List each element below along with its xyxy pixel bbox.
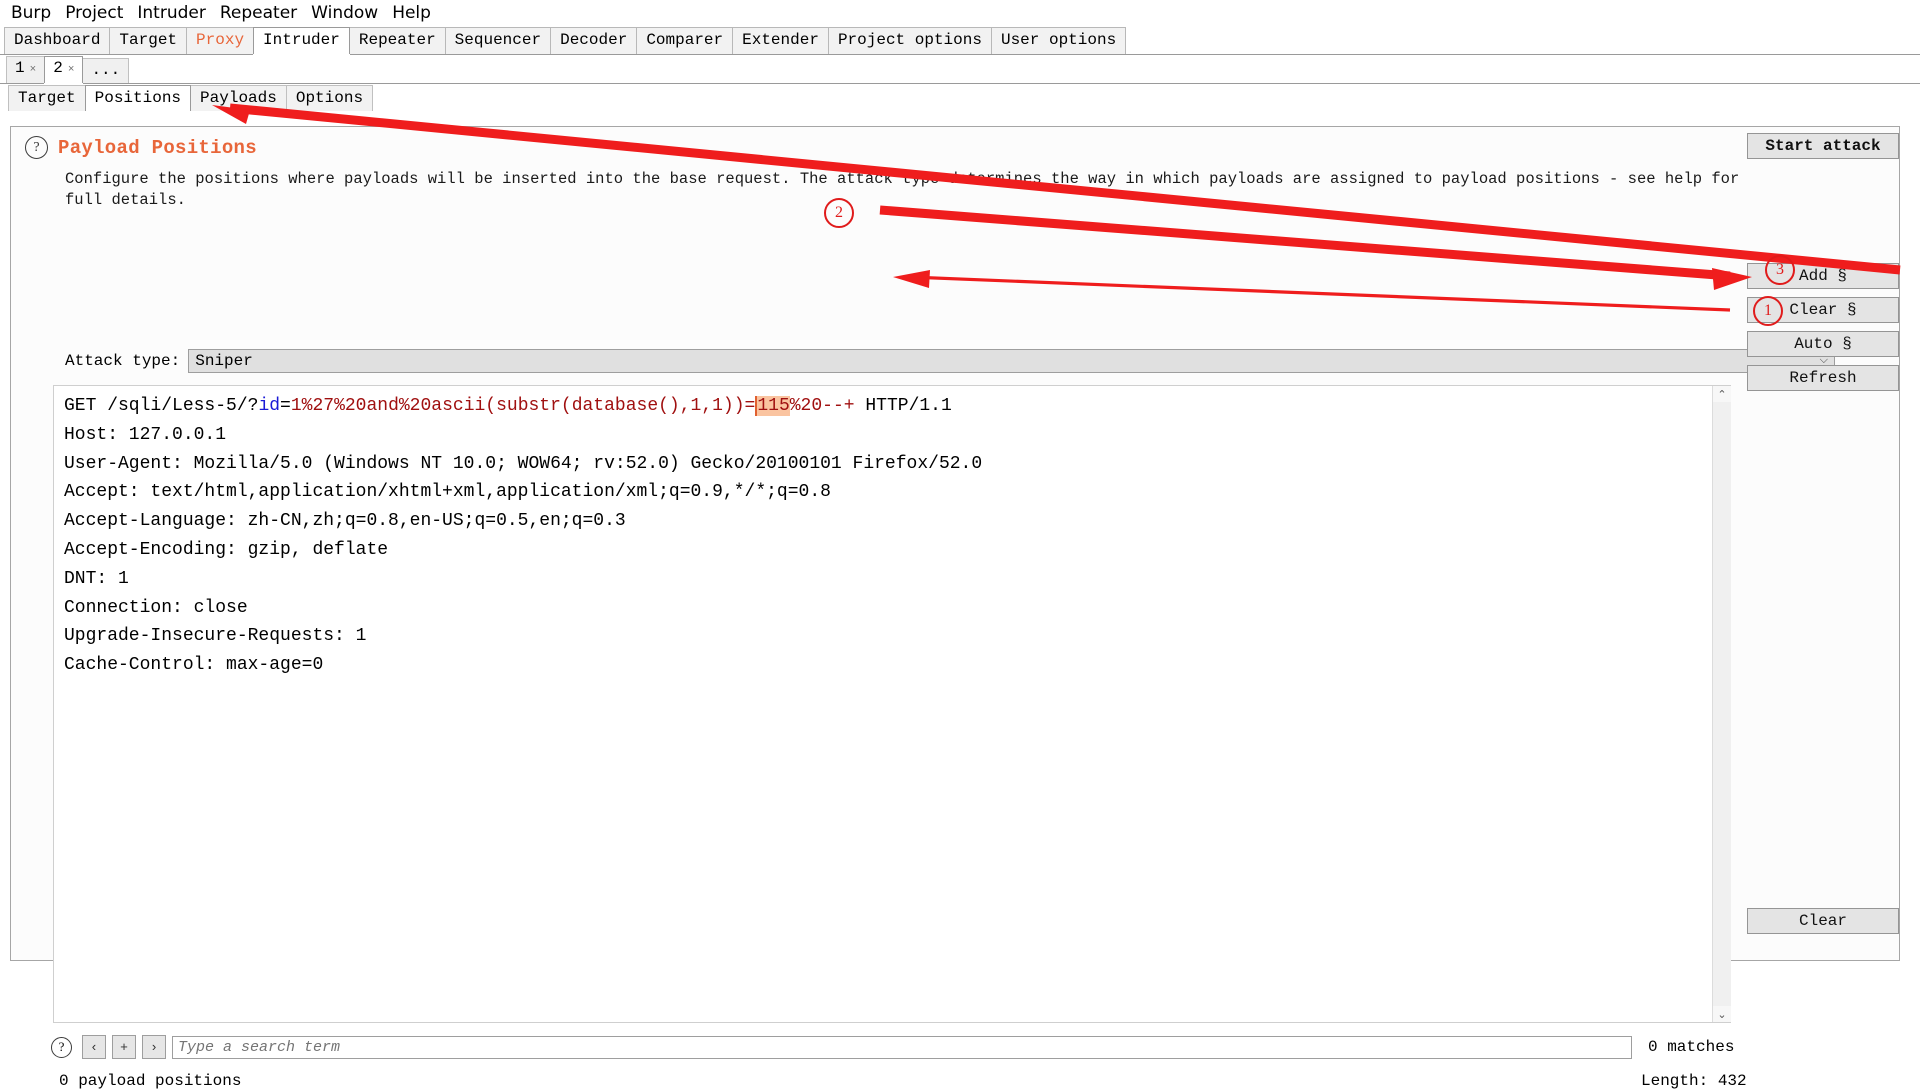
request-protocol: HTTP/1.1 xyxy=(854,396,952,416)
request-header-line: Accept-Language: zh-CN,zh;q=0.8,en-US;q=… xyxy=(64,511,626,532)
start-attack-button[interactable]: Start attack xyxy=(1747,133,1899,159)
attack-type-select[interactable]: Sniper ⌵ xyxy=(188,349,1835,373)
session-tab-1[interactable]: 1 × xyxy=(6,56,46,83)
search-next-button[interactable]: › xyxy=(142,1035,166,1059)
request-header-line: Connection: close xyxy=(64,597,248,618)
tab-options[interactable]: Options xyxy=(285,85,374,111)
request-header-line: Host: 127.0.0.1 xyxy=(64,424,227,445)
tab-project-options[interactable]: Project options xyxy=(827,27,992,54)
session-tab-2-label: 2 xyxy=(53,59,63,77)
attack-type-value: Sniper xyxy=(195,352,253,370)
session-tab-more[interactable]: ... xyxy=(82,58,130,83)
clear-search-button[interactable]: Clear xyxy=(1747,908,1899,934)
tab-intruder[interactable]: Intruder xyxy=(253,27,350,54)
search-add-button[interactable]: + xyxy=(112,1035,136,1059)
search-input[interactable] xyxy=(172,1035,1632,1059)
close-icon[interactable]: × xyxy=(30,61,37,80)
tab-sequencer[interactable]: Sequencer xyxy=(444,27,552,54)
menu-item-burp[interactable]: Burp xyxy=(4,1,58,25)
annotation-marker-2: 2 xyxy=(824,198,854,228)
request-editor[interactable]: GET /sqli/Less-5/?id=1%27%20and%20ascii(… xyxy=(53,385,1731,1023)
tab-target[interactable]: Target xyxy=(8,85,86,111)
tab-positions[interactable]: Positions xyxy=(84,85,192,111)
panel-header: ? Payload Positions xyxy=(25,136,257,159)
tab-dashboard[interactable]: Dashboard xyxy=(4,27,111,54)
help-icon[interactable]: ? xyxy=(25,136,48,159)
request-injection-before: 1%27%20and%20ascii(substr(database(),1,1… xyxy=(290,396,756,416)
session-tab-more-label: ... xyxy=(91,61,121,79)
close-icon[interactable]: × xyxy=(68,61,75,80)
editor-scrollbar[interactable]: ⌃ ⌄ xyxy=(1712,386,1731,1022)
tab-repeater[interactable]: Repeater xyxy=(348,27,446,54)
auto-positions-button[interactable]: Auto § xyxy=(1747,331,1899,357)
scroll-down-icon[interactable]: ⌄ xyxy=(1713,1006,1731,1022)
menu-item-intruder[interactable]: Intruder xyxy=(130,1,212,25)
request-injection-after: %20--+ xyxy=(789,396,855,416)
tab-target[interactable]: Target xyxy=(109,27,188,54)
request-header-line: DNT: 1 xyxy=(64,568,129,589)
scroll-up-icon[interactable]: ⌃ xyxy=(1713,386,1731,402)
panel-description: Configure the positions where payloads w… xyxy=(65,170,1740,209)
tab-payloads[interactable]: Payloads xyxy=(190,85,287,111)
tab-user-options[interactable]: User options xyxy=(990,27,1127,54)
payload-positions-count: 0 payload positions xyxy=(59,1072,242,1090)
request-method-path: GET /sqli/Less-5/? xyxy=(64,396,259,416)
request-header-line: Accept: text/html,application/xhtml+xml,… xyxy=(64,482,831,503)
menu-item-window[interactable]: Window xyxy=(304,1,385,25)
annotation-marker-3: 3 xyxy=(1765,255,1795,285)
tab-extender[interactable]: Extender xyxy=(732,27,829,54)
help-icon[interactable]: ? xyxy=(51,1036,72,1058)
attack-type-row: Attack type: Sniper ⌵ xyxy=(65,349,1835,373)
menu-item-project[interactable]: Project xyxy=(58,1,130,25)
main-tab-bar: Dashboard Target Proxy Intruder Repeater… xyxy=(0,26,1920,55)
request-equals: = xyxy=(280,396,291,416)
refresh-button[interactable]: Refresh xyxy=(1747,365,1899,391)
search-prev-button[interactable]: ‹ xyxy=(82,1035,106,1059)
tab-decoder[interactable]: Decoder xyxy=(550,27,638,54)
page-title: Payload Positions xyxy=(58,136,257,159)
menu-item-help[interactable]: Help xyxy=(385,1,438,25)
session-tab-2[interactable]: 2 × xyxy=(44,56,84,83)
menu-item-repeater[interactable]: Repeater xyxy=(213,1,304,25)
menu-bar: Burp Project Intruder Repeater Window He… xyxy=(0,0,1920,26)
search-bar: ? ‹ + › 0 matches xyxy=(51,1035,1734,1059)
annotation-marker-1: 1 xyxy=(1753,296,1783,326)
request-param-name: id xyxy=(258,396,281,416)
match-count-label: 0 matches xyxy=(1648,1038,1735,1056)
request-header-line: Cache-Control: max-age=0 xyxy=(64,655,324,676)
request-text[interactable]: GET /sqli/Less-5/?id=1%27%20and%20ascii(… xyxy=(54,386,1731,680)
attack-session-tab-bar: 1 × 2 × ... xyxy=(0,55,1920,84)
positions-panel: ? Payload Positions Configure the positi… xyxy=(10,126,1900,1090)
attack-type-label: Attack type: xyxy=(65,352,181,370)
payload-highlight[interactable]: 115 xyxy=(755,396,790,416)
request-length-label: Length: 432 xyxy=(1641,1072,1747,1090)
request-header-line: Accept-Encoding: gzip, deflate xyxy=(64,539,389,560)
request-header-line: Upgrade-Insecure-Requests: 1 xyxy=(64,626,367,647)
session-tab-1-label: 1 xyxy=(15,59,25,77)
tab-comparer[interactable]: Comparer xyxy=(636,27,734,54)
tab-proxy[interactable]: Proxy xyxy=(186,27,255,54)
request-header-line: User-Agent: Mozilla/5.0 (Windows NT 10.0… xyxy=(64,453,983,474)
intruder-sub-tab-bar: Target Positions Payloads Options xyxy=(0,84,1920,111)
